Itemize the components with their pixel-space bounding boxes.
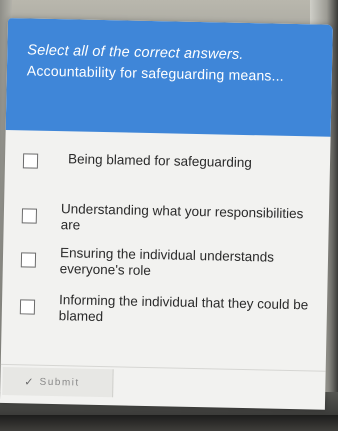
answer-option-2[interactable]: Understanding what your responsibilities…: [21, 200, 318, 238]
instruction-text: Select all of the correct answers.: [27, 42, 244, 63]
answer-checkbox-2[interactable]: [21, 208, 38, 224]
answer-option-4[interactable]: Informing the individual that they could…: [19, 291, 316, 329]
answer-label-3[interactable]: Ensuring the individual understands ever…: [60, 245, 317, 282]
submit-label: Submit: [39, 376, 80, 389]
answer-checkbox-4[interactable]: [19, 299, 36, 315]
check-icon: ✓: [24, 375, 34, 389]
answer-label-4[interactable]: Informing the individual that they could…: [59, 292, 316, 329]
answer-option-1[interactable]: Being blamed for safeguarding: [22, 150, 318, 174]
answer-checkbox-3[interactable]: [20, 252, 37, 268]
answer-label-2[interactable]: Understanding what your responsibilities…: [61, 201, 318, 238]
answer-label-1[interactable]: Being blamed for safeguarding: [68, 151, 252, 171]
question-header: Select all of the correct answers. Accou…: [5, 18, 333, 137]
answer-checkbox-1[interactable]: [22, 153, 39, 169]
quiz-card: Select all of the correct answers. Accou…: [0, 18, 333, 410]
question-text: Accountability for safeguarding means...: [26, 62, 285, 84]
answer-option-3[interactable]: Ensuring the individual understands ever…: [20, 244, 317, 282]
submit-button[interactable]: ✓ Submit: [2, 366, 114, 398]
desk-edge: [0, 415, 338, 431]
